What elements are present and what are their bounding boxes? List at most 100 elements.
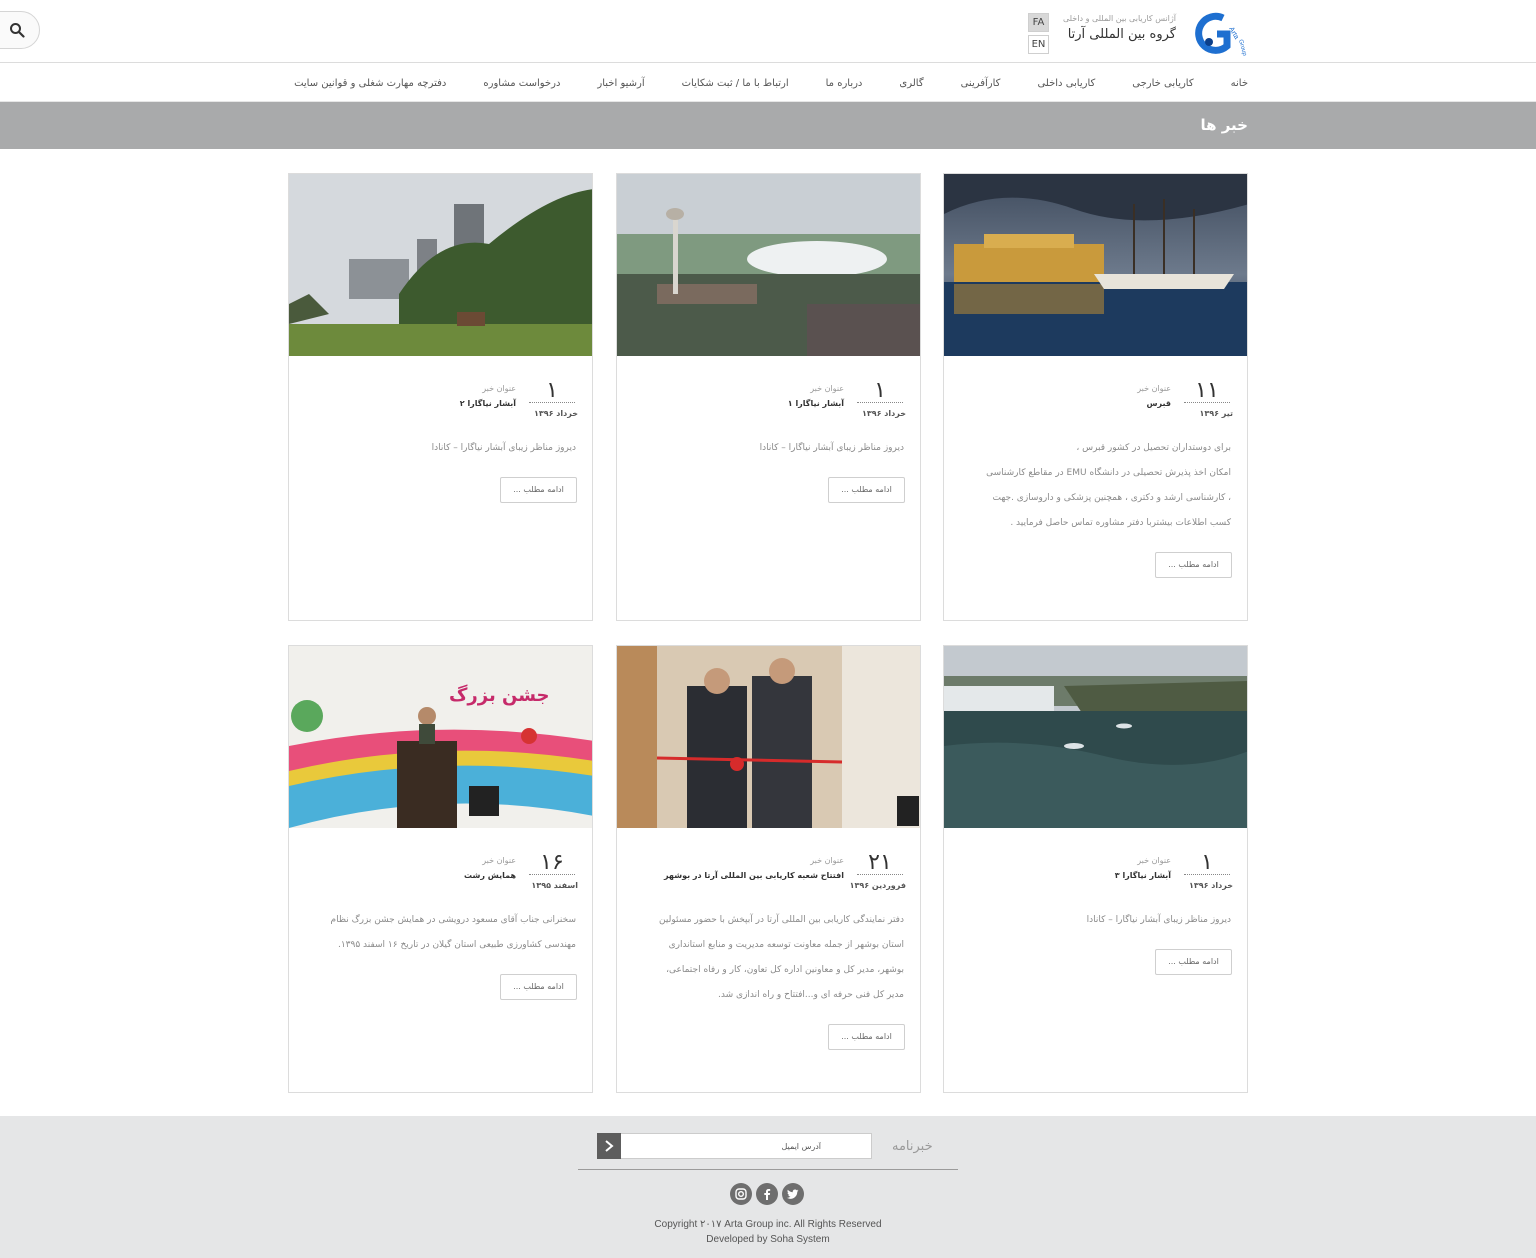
excerpt-line: ، کارشناسی ارشد و دکتری ، همچنین پزشکی و… (992, 493, 1231, 503)
news-card: ۱ خرداد ۱۳۹۶ عنوان خبر آبشار نیاگارا ۲ د… (288, 173, 593, 621)
news-day: ۱ (874, 378, 886, 403)
read-more-button[interactable]: ادامه مطلب ... (500, 974, 577, 1000)
date-divider (1184, 402, 1230, 403)
nav-item-about[interactable]: درباره ما (826, 78, 863, 89)
excerpt-line: استان بوشهر از جمله معاونت توسعه مدیریت … (668, 940, 904, 950)
site-footer: خبرنامه Copyright ۲۰۱۷ Arta Group inc. A… (0, 1116, 1536, 1258)
date-divider (529, 402, 575, 403)
newsletter-submit-button[interactable] (597, 1133, 621, 1159)
excerpt-line: دیروز مناظر زیبای آبشار نیاگارا – کانادا (759, 443, 904, 453)
news-month: فروردین ۱۳۹۶ (849, 881, 906, 890)
date-divider (857, 402, 903, 403)
news-day: ۲۱ (868, 850, 892, 875)
brand-subtitle: آژانس کاریابی بین المللی و داخلی (1062, 14, 1176, 23)
nav-item-foreign-jobs[interactable]: کاریابی خارجی (1132, 78, 1193, 89)
news-image[interactable]: جشن بزرگ (289, 646, 593, 828)
news-label: عنوان خبر (482, 856, 516, 865)
date-divider (857, 874, 903, 875)
news-title[interactable]: آبشار نیاگارا ۲ (460, 399, 516, 408)
excerpt-line: مدیر کل فنی حرفه ای و...افتتاح و راه اند… (718, 990, 904, 1000)
news-day: ۱۶ (540, 850, 564, 875)
twitter-icon[interactable] (782, 1183, 804, 1205)
news-title[interactable]: آبشار نیاگارا ۳ (1115, 871, 1171, 880)
news-month: خرداد ۱۳۹۶ (1188, 881, 1233, 890)
news-title[interactable]: آبشار نیاگارا ۱ (788, 399, 844, 408)
excerpt-line: مهندسی کشاورزی طبیعی استان گیلان در تاری… (337, 940, 576, 950)
news-image[interactable] (289, 174, 593, 356)
instagram-icon[interactable] (730, 1183, 752, 1205)
excerpt-line: سخنرانی جناب آقای مسعود درویشی در همایش … (330, 915, 577, 925)
news-day: ۱ (1201, 850, 1213, 875)
news-label: عنوان خبر (482, 384, 516, 393)
news-card: ۲۱ فروردین ۱۳۹۶ عنوان خبر افتتاح شعبه کا… (616, 645, 921, 1093)
social-links (730, 1183, 804, 1205)
nav-item-news-archive[interactable]: آرشیو اخبار (597, 78, 644, 89)
news-excerpt: دیروز مناظر زیبای آبشار نیاگارا – کانادا (944, 898, 1247, 933)
site-header: FA EN آژانس کاریابی بین المللی و داخلی گ… (0, 0, 1536, 63)
news-title[interactable]: همایش رشت (464, 871, 516, 880)
news-day: ۱ (546, 378, 558, 403)
chevron-right-icon (605, 1140, 614, 1152)
excerpt-line: دیروز مناظر زیبای آبشار نیاگارا – کانادا (431, 443, 576, 453)
news-label: عنوان خبر (810, 384, 844, 393)
facebook-icon[interactable] (756, 1183, 778, 1205)
news-month: تیر ۱۳۹۶ (1199, 409, 1233, 418)
copyright-text: Copyright ۲۰۱۷ Arta Group inc. All Right… (654, 1219, 882, 1230)
news-label: عنوان خبر (810, 856, 844, 865)
read-more-button[interactable]: ادامه مطلب ... (1155, 949, 1232, 975)
search-icon (10, 23, 25, 38)
news-month: اسفند ۱۳۹۵ (531, 881, 578, 890)
read-more-button[interactable]: ادامه مطلب ... (828, 1024, 905, 1050)
nav-item-rules[interactable]: دفترچه مهارت شغلی و قوانین سایت (294, 78, 446, 89)
brand-title[interactable]: گروه بین المللی آرتا (1063, 27, 1176, 42)
page-banner: خبر ها (0, 102, 1536, 149)
date-divider (529, 874, 575, 875)
main-nav: خانه کاریابی خارجی کاریابی داخلی کارآفری… (0, 64, 1536, 102)
developer-credit[interactable]: Developed by Soha System (0, 1234, 1536, 1245)
nav-item-gallery[interactable]: گالری (899, 78, 923, 89)
news-label: عنوان خبر (1137, 856, 1171, 865)
read-more-button[interactable]: ادامه مطلب ... (500, 477, 577, 503)
search-button[interactable] (0, 11, 40, 49)
news-excerpt: دفتر نمایندگی کاریابی بین المللی آرتا در… (617, 898, 920, 1008)
news-title[interactable]: افتتاح شعبه کاریابی بین المللی آرتا در ب… (664, 871, 844, 880)
newsletter-label: خبرنامه (892, 1139, 933, 1154)
news-month: خرداد ۱۳۹۶ (861, 409, 906, 418)
news-excerpt: دیروز مناظر زیبای آبشار نیاگارا – کانادا (289, 426, 592, 461)
excerpt-line: امکان اخذ پذیرش تحصیلی در دانشگاه EMU در… (986, 468, 1231, 478)
news-image[interactable] (944, 174, 1248, 356)
read-more-button[interactable]: ادامه مطلب ... (1155, 552, 1232, 578)
news-title[interactable]: قبرس (1146, 399, 1171, 408)
news-image[interactable] (617, 646, 921, 828)
news-card: ۱ خرداد ۱۳۹۶ عنوان خبر آبشار نیاگارا ۳ د… (943, 645, 1248, 1093)
nav-item-home[interactable]: خانه (1231, 78, 1248, 89)
excerpt-line: دیروز مناظر زیبای آبشار نیاگارا – کانادا (1086, 915, 1231, 925)
excerpt-line: کسب اطلاعات بیشتربا دفتر مشاوره تماس حاص… (1010, 518, 1231, 528)
date-divider (1184, 874, 1230, 875)
nav-item-contact[interactable]: ارتباط با ما / ثبت شکایات (682, 78, 789, 89)
nav-item-consultation[interactable]: درخواست مشاوره (483, 78, 560, 89)
excerpt-line: بوشهر، مدیر کل و معاونین اداره کل تعاون،… (666, 965, 904, 975)
news-card: ۱ خرداد ۱۳۹۶ عنوان خبر آبشار نیاگارا ۱ د… (616, 173, 921, 621)
news-month: خرداد ۱۳۹۶ (533, 409, 578, 418)
arta-logo-icon: Arta Group (1195, 12, 1247, 57)
lang-en-button[interactable]: EN (1028, 35, 1049, 54)
news-excerpt: برای دوستداران تحصیل در کشور قبرس ، امکا… (944, 426, 1247, 536)
nav-item-entrepreneurship[interactable]: کارآفرینی (961, 78, 1001, 89)
lang-fa-button[interactable]: FA (1028, 13, 1049, 32)
page-title: خبر ها (1200, 116, 1248, 134)
newsletter-divider (578, 1169, 958, 1170)
newsletter-email-input[interactable] (620, 1133, 872, 1159)
news-card: جشن بزرگ ۱۶ اسفند ۱۳۹۵ عنوان خبر همایش ر… (288, 645, 593, 1093)
news-image[interactable] (944, 646, 1248, 828)
read-more-button[interactable]: ادامه مطلب ... (828, 477, 905, 503)
news-image[interactable] (617, 174, 921, 356)
excerpt-line: برای دوستداران تحصیل در کشور قبرس ، (1076, 443, 1231, 453)
banner-text: جشن بزرگ (449, 684, 550, 706)
news-label: عنوان خبر (1137, 384, 1171, 393)
news-excerpt: دیروز مناظر زیبای آبشار نیاگارا – کانادا (617, 426, 920, 461)
nav-item-domestic-jobs[interactable]: کاریابی داخلی (1037, 78, 1095, 89)
news-card: ۱۱ تیر ۱۳۹۶ عنوان خبر قبرس برای دوستدارا… (943, 173, 1248, 621)
logo[interactable]: Arta Group (1193, 12, 1249, 57)
news-day: ۱۱ (1195, 378, 1219, 403)
